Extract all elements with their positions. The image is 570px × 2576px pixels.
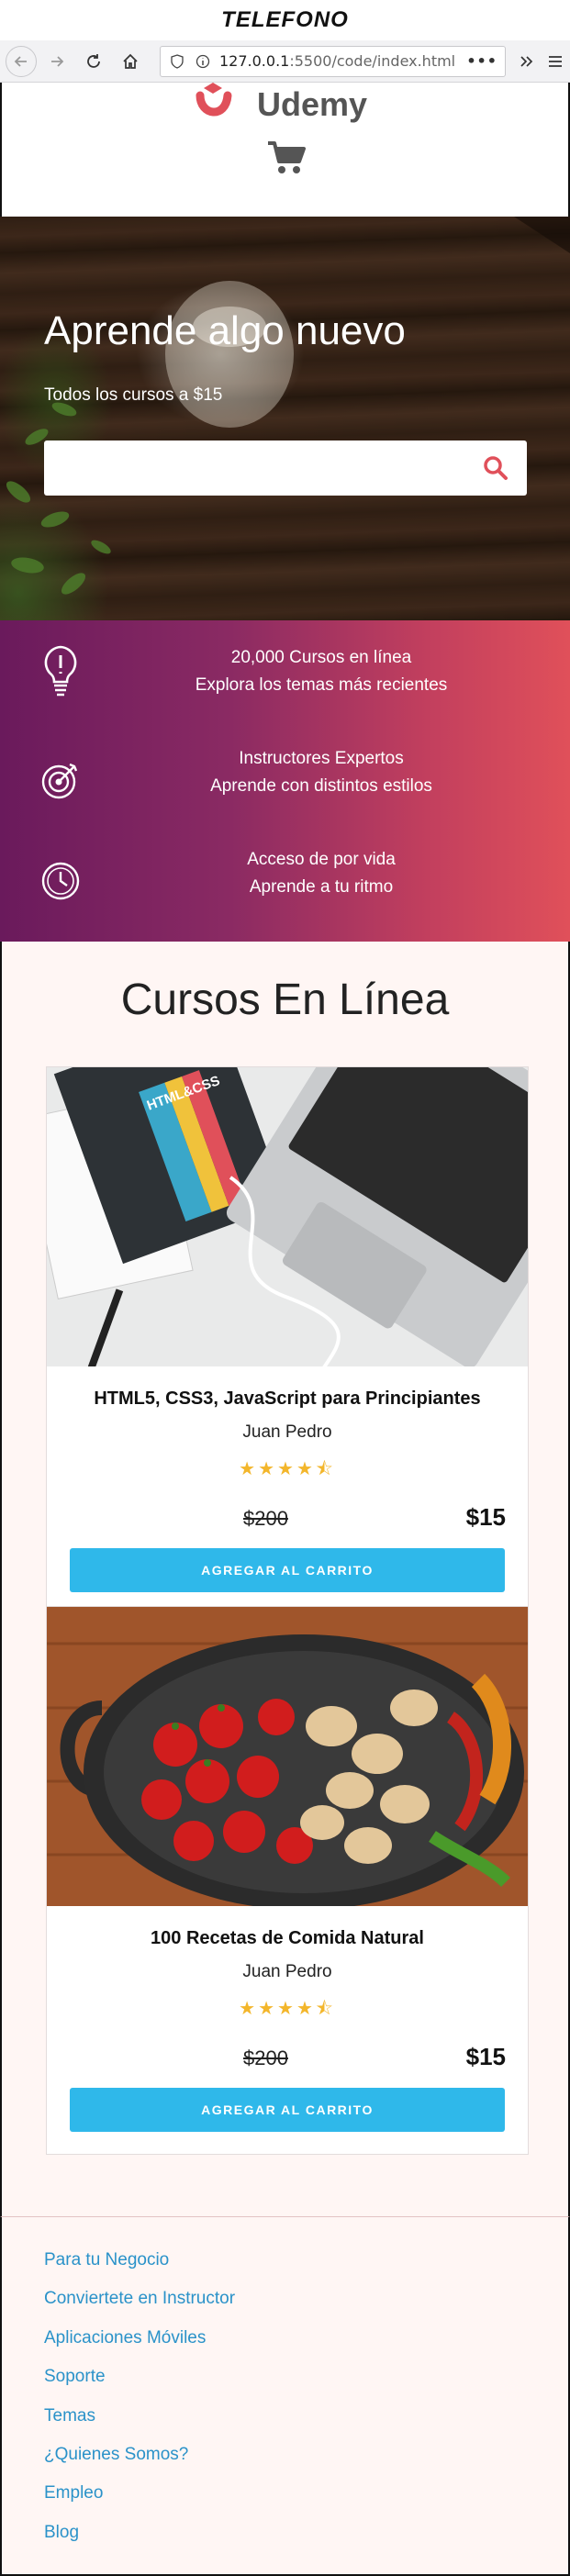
- double-chevron-right-icon: [520, 55, 533, 67]
- search-bar: [44, 440, 527, 496]
- search-icon[interactable]: [477, 450, 514, 486]
- home-icon: [123, 53, 138, 69]
- logo-text: Udemy: [257, 85, 368, 123]
- footer-link-item: Conviertete en Instructor: [44, 2289, 235, 2327]
- cart-icon[interactable]: [266, 139, 307, 176]
- browser-toolbar: 127.0.0.1:5500/code/index.html •••: [0, 40, 570, 83]
- feature-item: Instructores Expertos Aprende con distin…: [0, 745, 570, 828]
- site-header: Udemy: [0, 83, 570, 217]
- hero-section: Aprende algo nuevo Todos los cursos a $1…: [0, 217, 570, 620]
- hero-title: Aprende algo nuevo: [44, 308, 406, 353]
- hero-background-image: [6, 217, 570, 595]
- add-to-cart-button[interactable]: AGREGAR AL CARRITO: [70, 1548, 505, 1592]
- footer-link-item: Temas: [44, 2406, 235, 2445]
- footer-link[interactable]: Blog: [44, 2523, 79, 2542]
- old-price: $200: [243, 2046, 288, 2069]
- url-bar[interactable]: 127.0.0.1:5500/code/index.html •••: [160, 45, 506, 77]
- hero-subtitle: Todos los cursos a $15: [44, 385, 223, 405]
- reload-button[interactable]: [77, 45, 110, 78]
- footer-link-item: Aplicaciones Móviles: [44, 2328, 235, 2367]
- courses-section: Cursos En Línea HTML&CSS HTML5, CSS3, Ja…: [0, 942, 570, 2217]
- rating-stars-icon: ★★★★⯪: [239, 1459, 336, 1479]
- footer-link[interactable]: Empleo: [44, 2483, 103, 2503]
- target-icon: [41, 763, 78, 799]
- current-price: $15: [465, 1503, 506, 1531]
- arrow-right-icon: [51, 55, 64, 67]
- feature-item: 20,000 Cursos en línea Explora los temas…: [0, 644, 570, 727]
- footer-links: Para tu Negocio Conviertete en Instructo…: [44, 2250, 235, 2561]
- course-card: 100 Recetas de Comida Natural Juan Pedro…: [46, 1606, 529, 2155]
- laptop-image: HTML&CSS: [47, 1067, 528, 1366]
- old-price: $200: [243, 1507, 288, 1530]
- search-input[interactable]: [44, 440, 477, 496]
- udemy-logo[interactable]: Udemy: [195, 83, 367, 127]
- url-host: 127.0.0.1: [219, 52, 290, 70]
- footer-link-item: Soporte: [44, 2367, 235, 2405]
- footer-link-item: Para tu Negocio: [44, 2250, 235, 2289]
- shield-icon[interactable]: [168, 52, 186, 71]
- feature-text: Instructores Expertos Aprende con distin…: [147, 745, 496, 800]
- feature-item: Acceso de por vida Aprende a tu ritmo: [0, 846, 570, 929]
- overflow-button[interactable]: [509, 45, 542, 78]
- course-title[interactable]: HTML5, CSS3, JavaScript para Principiant…: [47, 1388, 528, 1410]
- url-path: :5500/code/index.html: [289, 52, 456, 70]
- rating-stars-icon: ★★★★⯪: [239, 1999, 336, 2019]
- footer-link[interactable]: Conviertete en Instructor: [44, 2289, 235, 2308]
- footer-link-item: ¿Quienes Somos?: [44, 2445, 235, 2483]
- features-section: 20,000 Cursos en línea Explora los temas…: [0, 620, 570, 942]
- footer-link[interactable]: ¿Quienes Somos?: [44, 2445, 188, 2464]
- forward-button[interactable]: [40, 45, 73, 78]
- footer-link[interactable]: Soporte: [44, 2367, 106, 2386]
- courses-heading: Cursos En Línea: [120, 976, 450, 1024]
- feature-title: Instructores Expertos: [239, 749, 404, 768]
- feature-description: Aprende a tu ritmo: [249, 877, 394, 897]
- feature-title: Acceso de por vida: [247, 850, 396, 869]
- current-price: $15: [465, 2043, 506, 2070]
- url-text: 127.0.0.1:5500/code/index.html: [219, 52, 455, 70]
- clock-icon: [41, 862, 80, 900]
- course-image[interactable]: HTML&CSS: [47, 1067, 528, 1366]
- menu-button[interactable]: [546, 45, 564, 78]
- home-button[interactable]: [114, 45, 147, 78]
- footer-link-item: Empleo: [44, 2483, 235, 2522]
- course-image[interactable]: [47, 1607, 528, 1906]
- arrow-left-icon: [14, 55, 27, 67]
- page-caption: TELEFONO: [0, 0, 570, 40]
- course-card: HTML&CSS HTML5, CSS3, JavaScript para Pr…: [46, 1066, 529, 1615]
- price-row: $200 $15: [47, 2043, 528, 2071]
- footer-link[interactable]: Temas: [44, 2406, 95, 2425]
- feature-description: Aprende con distintos estilos: [210, 776, 432, 796]
- feature-title: 20,000 Cursos en línea: [230, 648, 412, 667]
- feature-description: Explora los temas más recientes: [195, 675, 448, 695]
- course-author: Juan Pedro: [242, 1422, 332, 1442]
- udemy-logo-mark-icon: [196, 83, 232, 117]
- feature-text: 20,000 Cursos en línea Explora los temas…: [147, 644, 496, 699]
- food-image: [47, 1607, 528, 1906]
- add-to-cart-button[interactable]: AGREGAR AL CARRITO: [70, 2088, 505, 2132]
- lightbulb-icon: [44, 645, 77, 697]
- course-title[interactable]: 100 Recetas de Comida Natural: [47, 1928, 528, 1949]
- course-author: Juan Pedro: [242, 1962, 332, 1981]
- caption-text: TELEFONO: [221, 7, 349, 32]
- price-row: $200 $15: [47, 1503, 528, 1532]
- page-actions-menu[interactable]: •••: [466, 52, 497, 70]
- back-button[interactable]: [6, 45, 37, 77]
- footer-link-item: Blog: [44, 2523, 235, 2561]
- site-footer: Para tu Negocio Conviertete en Instructo…: [0, 2216, 570, 2576]
- footer-link[interactable]: Aplicaciones Móviles: [44, 2328, 206, 2347]
- footer-link[interactable]: Para tu Negocio: [44, 2250, 169, 2269]
- hamburger-icon: [549, 55, 562, 67]
- feature-text: Acceso de por vida Aprende a tu ritmo: [147, 846, 496, 901]
- reload-icon: [87, 53, 100, 68]
- info-icon[interactable]: [194, 52, 212, 71]
